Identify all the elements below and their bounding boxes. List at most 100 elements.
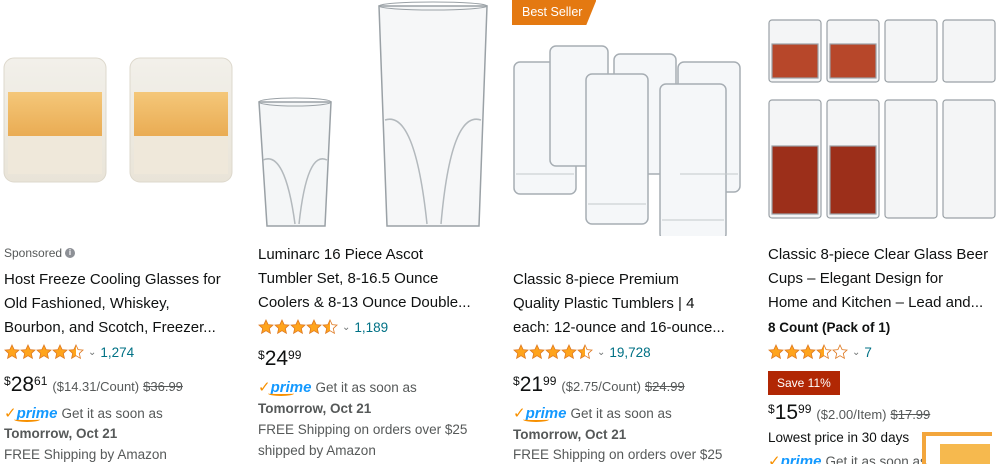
star-icon [68, 344, 84, 360]
prime-row: ✓ prime Get it as soon as [258, 378, 417, 396]
star-icon [577, 344, 593, 360]
title-line: Tumbler Set, 8-16.5 Ounce [258, 270, 439, 287]
title-line: Bourbon, and Scotch, Freezer... [4, 319, 216, 336]
pack-count: 8 Count (Pack of 1) [768, 320, 891, 335]
star-icon [20, 344, 36, 360]
product-title-link[interactable]: Classic 8-piece Premium Quality Plastic … [513, 268, 749, 340]
star-rating [513, 344, 593, 360]
price-symbol: $ [768, 402, 775, 416]
star-icon [4, 344, 20, 360]
chevron-down-icon[interactable]: ⌄ [597, 347, 605, 358]
title-line: each: 12-ounce and 16-ounce... [513, 319, 725, 336]
title-line: Old Fashioned, Whiskey, [4, 295, 170, 312]
prime-logo: ✓ prime [768, 452, 821, 464]
rating-row[interactable]: ⌄ 1,189 [258, 319, 388, 335]
price-whole: 15 [774, 401, 799, 424]
chevron-down-icon[interactable]: ⌄ [88, 347, 96, 358]
delivery-prefix: Get it as soon as [61, 405, 163, 421]
review-count-link[interactable]: 19,728 [609, 345, 650, 360]
sponsored-text: Sponsored [4, 246, 63, 260]
product-title-link[interactable]: Host Freeze Cooling Glasses for Old Fash… [4, 268, 240, 340]
floating-widget[interactable] [940, 444, 990, 464]
rating-row[interactable]: ⌄ 19,728 [513, 344, 651, 360]
star-icon [513, 344, 529, 360]
price-whole: 21 [519, 373, 544, 396]
chevron-down-icon[interactable]: ⌄ [342, 322, 350, 333]
star-icon [816, 344, 832, 360]
star-icon [306, 319, 322, 335]
price-symbol: $ [513, 374, 520, 388]
review-count-link[interactable]: 1,189 [354, 320, 388, 335]
rating-row[interactable]: ⌄ 7 [768, 344, 872, 360]
product-title-link[interactable]: Classic 8-piece Clear Glass Beer Cups – … [768, 243, 1004, 315]
star-icon [274, 319, 290, 335]
prime-check-icon: ✓ [768, 452, 781, 464]
review-count-link[interactable]: 7 [864, 345, 872, 360]
title-line: Home and Kitchen – Lead and... [768, 294, 984, 311]
prime-row: ✓ prime Get it as soon as [4, 404, 163, 422]
delivery-date: Tomorrow, Oct 21 [513, 427, 627, 442]
sponsored-label[interactable]: Sponsored i [4, 246, 76, 260]
list-price: $24.99 [644, 379, 685, 394]
star-icon [768, 344, 784, 360]
star-icon [832, 344, 848, 360]
price-whole: 28 [10, 373, 35, 396]
shipping-info: FREE Shipping by Amazon [4, 447, 167, 462]
prime-label: prime [780, 453, 822, 464]
star-icon [784, 344, 800, 360]
deal-badge: Save 11% [768, 371, 840, 395]
unit-price: ($2.75/Count) [561, 379, 641, 394]
title-line: Host Freeze Cooling Glasses for [4, 271, 221, 288]
product-title-link[interactable]: Luminarc 16 Piece Ascot Tumbler Set, 8-1… [258, 243, 494, 315]
prime-logo: ✓ prime [513, 404, 566, 422]
shipping-info: FREE Shipping on orders over $25 [513, 447, 723, 462]
chevron-down-icon[interactable]: ⌄ [852, 347, 860, 358]
delivery-prefix: Get it as soon as [315, 379, 417, 395]
title-line: Coolers & 8-13 Ounce Double... [258, 294, 471, 311]
delivery-date: Tomorrow, Oct 21 [258, 401, 372, 416]
price-symbol: $ [258, 348, 265, 362]
title-line: Cups – Elegant Design for [768, 270, 944, 287]
star-rating [4, 344, 84, 360]
shipping-info: FREE Shipping on orders over $25 shipped… [258, 419, 498, 461]
star-rating [768, 344, 848, 360]
title-line: Luminarc 16 Piece Ascot [258, 246, 424, 263]
prime-logo: ✓ prime [4, 404, 57, 422]
price-row: $ 24 99 [258, 346, 306, 372]
prime-smile-icon [268, 391, 294, 396]
product-image[interactable] [0, 0, 245, 236]
price-symbol: $ [4, 374, 11, 388]
info-icon[interactable]: i [65, 248, 76, 258]
star-icon [52, 344, 68, 360]
review-count-link[interactable]: 1,274 [100, 345, 134, 360]
shipping-line: shipped by Amazon [258, 443, 376, 458]
delivery-prefix: Get it as soon as [825, 453, 927, 464]
prime-row: ✓ prime Get it as soon as [768, 452, 927, 464]
product-image[interactable] [765, 0, 1004, 236]
star-icon [36, 344, 52, 360]
delivery-prefix: Get it as soon as [570, 405, 672, 421]
star-icon [258, 319, 274, 335]
delivery-date: Tomorrow, Oct 21 [4, 426, 118, 441]
star-icon [322, 319, 338, 335]
title-line: Classic 8-piece Premium [513, 271, 679, 288]
list-price: $36.99 [143, 379, 183, 394]
unit-price: ($14.31/Count) [52, 379, 140, 394]
prime-logo: ✓ prime [258, 378, 311, 396]
price-whole: 24 [264, 347, 289, 370]
prime-smile-icon [14, 417, 40, 422]
rating-row[interactable]: ⌄ 1,274 [4, 344, 134, 360]
price-row: $ 21 99 ($2.75/Count) $24.99 [513, 372, 685, 398]
price-fraction: 61 [34, 374, 48, 388]
product-image[interactable] [255, 0, 500, 236]
best-seller-badge: Best Seller [512, 0, 597, 25]
price-fraction: 99 [798, 402, 812, 416]
price-fraction: 99 [543, 374, 557, 388]
product-image[interactable] [510, 0, 755, 236]
shipping-line: FREE Shipping on orders over $25 [258, 422, 468, 437]
star-icon [290, 319, 306, 335]
star-icon [800, 344, 816, 360]
star-icon [529, 344, 545, 360]
star-rating [258, 319, 338, 335]
star-icon [561, 344, 577, 360]
